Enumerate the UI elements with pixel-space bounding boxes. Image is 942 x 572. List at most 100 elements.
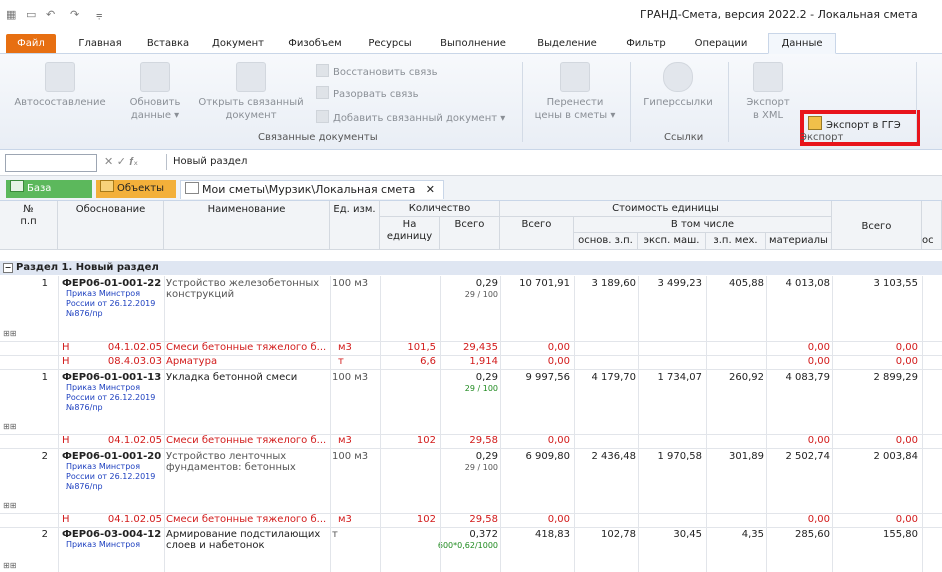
resource-name[interactable]: Смеси бетонные тяжелого б... [166,435,328,446]
header-total2[interactable]: Всего [832,201,922,250]
resource-code[interactable]: 04.1.02.05 [62,435,162,446]
row-name[interactable]: Устройство железобетонных [166,278,328,289]
row-code[interactable]: ФЕР06-01-001-22 [62,278,162,289]
formula-icons[interactable]: ✕ ✓ 𝒇ₓ [104,155,138,169]
expand-icons[interactable]: ⊞⊞ [3,561,16,570]
row-qty: 0,372 [469,529,498,540]
row-zpm: 405,88 [729,278,764,289]
hyperlinks-button[interactable]: Гиперссылки [636,62,720,109]
break-link-icon [316,86,329,99]
save-icon[interactable]: ▭ [26,8,36,21]
header-eksp-mash[interactable]: эксп. маш. [638,233,706,250]
row-name[interactable]: Укладка бетонной смеси [166,372,328,383]
row-divider [0,527,942,528]
header-incl[interactable]: В том числе [574,217,832,233]
ribbon-separator [630,62,631,142]
tab-base[interactable]: База [6,180,92,198]
tab-resources[interactable]: Ресурсы [360,34,420,53]
resource-code[interactable]: 04.1.02.05 [62,514,162,525]
obnovit-button[interactable]: Обновить данные ▾ [122,62,188,122]
move-prices-button[interactable]: Перенести цены в сметы ▾ [530,62,620,122]
expand-icons[interactable]: ⊞⊞ [3,422,16,431]
undo-icon[interactable]: ↶ [46,8,55,21]
row-num: 1 [41,278,48,289]
header-uc-total[interactable]: Всего [500,217,574,250]
header-basis[interactable]: Обоснование [58,201,164,250]
resource-tot2: 0,00 [895,514,918,525]
group-links-label: Ссылки [664,132,704,143]
break-link-button[interactable]: Разорвать связь [316,86,418,101]
restore-link-button[interactable]: Восстановить связь [316,64,438,79]
resource-name[interactable]: Смеси бетонные тяжелого б... [166,514,328,525]
autosostavlenie-button[interactable]: Автосоставление [8,62,112,109]
header-os[interactable]: ос [922,201,942,250]
tab-insert[interactable]: Вставка [140,34,196,53]
row-code[interactable]: ФЕР06-03-004-12 [62,529,162,540]
resource-name[interactable]: Смеси бетонные тяжелого б... [166,342,328,353]
row-name[interactable]: Армирование подстилающих [166,529,328,540]
tab-execution[interactable]: Выполнение [430,34,516,53]
row-order-line: России от 26.12.2019 [66,472,156,481]
row-code[interactable]: ФЕР06-01-001-20 [62,451,162,462]
name-box[interactable] [5,154,97,172]
row-name[interactable]: конструкций [166,289,328,300]
row-num: 1 [41,372,48,383]
header-qty-total[interactable]: Всего [440,217,500,250]
section-row[interactable]: − Раздел 1. Новый раздел [0,261,942,275]
row-name[interactable]: слоев и набетонок [166,540,328,551]
estimate-grid: № п.п Обоснование Наименование Ед. изм. … [0,201,942,572]
collapse-icon[interactable]: − [3,263,13,273]
row-order-line: Приказ Минстроя [66,289,140,298]
tab-physvolume[interactable]: Физобъем [280,34,350,53]
row-osn: 2 436,48 [591,451,636,462]
ribbon-separator [916,62,917,142]
resource-code[interactable]: 08.4.03.03 [62,356,162,367]
tab-home[interactable]: Главная [70,34,130,53]
row-zpm: 260,92 [729,372,764,383]
tab-selection[interactable]: Выделение [526,34,608,53]
resource-code[interactable]: 04.1.02.05 [62,342,162,353]
header-osn-zp[interactable]: основ. з.п. [574,233,638,250]
expand-icons[interactable]: ⊞⊞ [3,329,16,338]
formula-input[interactable]: Новый раздел [166,154,942,170]
tab-document[interactable]: Документ [206,34,270,53]
tab-operations[interactable]: Операции [684,34,758,53]
header-materials[interactable]: материалы [766,233,832,250]
app-icon[interactable]: ▦ [6,8,16,21]
header-unit-cost[interactable]: Стоимость единицы [500,201,832,217]
tab-objects[interactable]: Объекты [96,180,176,198]
group-export-label: Экспорт [800,132,844,143]
redo-icon[interactable]: ↷ [70,8,79,21]
resource-mat: 0,00 [807,342,830,353]
header-qty-per[interactable]: На единицу [380,217,440,250]
resource-name[interactable]: Арматура [166,356,328,367]
column-divider [574,276,575,572]
export-xml-button[interactable]: Экспорт в XML [738,62,798,122]
open-linked-button[interactable]: Открыть связанный документ [196,62,306,122]
row-code[interactable]: ФЕР06-01-001-13 [62,372,162,383]
ribbon-separator [522,62,523,142]
customize-icon[interactable]: ⩦ [96,8,102,22]
resource-mat: 0,00 [807,514,830,525]
header-unit[interactable]: Ед. изм. [330,201,380,250]
row-qty-formula: 29 / 100 [464,384,498,393]
tab-file[interactable]: Файл [6,34,56,53]
expand-icons[interactable]: ⊞⊞ [3,501,16,510]
formula-bar: ✕ ✓ 𝒇ₓ Новый раздел [0,150,942,176]
header-num[interactable]: № п.п [0,201,58,250]
add-linked-button[interactable]: Добавить связанный документ ▾ [316,110,505,125]
header-zp-meh[interactable]: з.п. мех. [706,233,766,250]
header-qty[interactable]: Количество [380,201,500,217]
row-tot2: 155,80 [883,529,918,540]
row-eksp: 1 734,07 [657,372,702,383]
row-name[interactable]: фундаментов: бетонных [166,462,328,473]
tab-data[interactable]: Данные [768,33,836,54]
resource-per: 102 [416,514,436,525]
tab-filter[interactable]: Фильтр [618,34,674,53]
row-name[interactable]: Устройство ленточных [166,451,328,462]
close-icon[interactable]: ✕ [426,181,435,199]
header-name[interactable]: Наименование [164,201,330,250]
resource-qty: 29,435 [463,342,498,353]
tab-current-estimate[interactable]: Мои сметы\Мурзик\Локальная смета ✕ [180,180,444,199]
resource-qty: 1,914 [469,356,498,367]
